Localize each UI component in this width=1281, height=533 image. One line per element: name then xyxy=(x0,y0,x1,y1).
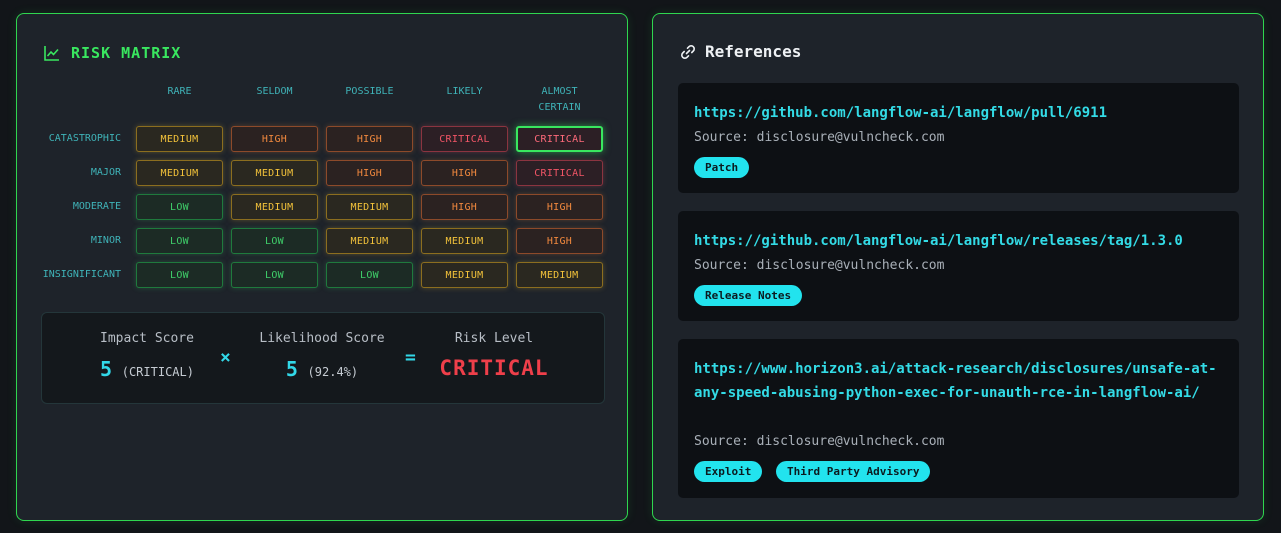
reference-card: https://www.horizon3.ai/attack-research/… xyxy=(678,339,1239,498)
reference-tags: Patch xyxy=(694,156,753,178)
tag-patch[interactable]: Patch xyxy=(694,157,750,178)
impact-header-insignificant: INSIGNIFICANT xyxy=(42,269,121,280)
likelihood-header-almost-certain: ALMOST CERTAIN xyxy=(538,86,581,113)
likelihood-score-value: 5 (92.4%) xyxy=(247,357,397,381)
reference-card: https://github.com/langflow-ai/langflow/… xyxy=(678,211,1239,321)
likelihood-score-number: 5 xyxy=(285,357,298,381)
matrix-cell[interactable]: HIGH xyxy=(326,160,413,186)
impact-score-label: Impact Score xyxy=(100,331,194,346)
matrix-cell[interactable]: CRITICAL xyxy=(516,160,603,186)
risk-matrix-panel: RISK MATRIX RARE SELDOM POSSIBLE LIKELY … xyxy=(16,13,628,521)
matrix-cell[interactable]: LOW xyxy=(136,262,223,288)
matrix-cell[interactable]: MEDIUM xyxy=(231,194,318,220)
references-title: References xyxy=(705,42,802,61)
reference-tags: Exploit Third Party Advisory xyxy=(694,460,934,482)
risk-level-label: Risk Level xyxy=(454,331,534,346)
reference-link[interactable]: https://github.com/langflow-ai/langflow/… xyxy=(694,229,1224,253)
impact-header-catastrophic: CATASTROPHIC xyxy=(48,133,121,144)
likelihood-score-detail: (92.4%) xyxy=(307,365,359,379)
impact-header-minor: MINOR xyxy=(90,235,121,246)
reference-source-email: disclosure@vulncheck.com xyxy=(756,130,945,145)
multiply-symbol: × xyxy=(220,347,231,368)
tag-third-party-advisory[interactable]: Third Party Advisory xyxy=(776,461,931,482)
risk-score-summary: Impact Score 5 (CRITICAL) × Likelihood S… xyxy=(41,312,605,404)
reference-card: https://github.com/langflow-ai/langflow/… xyxy=(678,83,1239,193)
likelihood-header-possible: POSSIBLE xyxy=(345,86,394,97)
reference-link[interactable]: https://github.com/langflow-ai/langflow/… xyxy=(694,101,1224,125)
impact-score-number: 5 xyxy=(100,357,113,381)
matrix-cell[interactable]: HIGH xyxy=(421,160,508,186)
impact-score-detail: (CRITICAL) xyxy=(121,365,194,379)
impact-header-moderate: MODERATE xyxy=(72,201,121,212)
matrix-cell[interactable]: HIGH xyxy=(516,228,603,254)
chart-line-icon xyxy=(44,46,59,61)
impact-header-major: MAJOR xyxy=(90,167,121,178)
matrix-cell[interactable]: MEDIUM xyxy=(136,126,223,152)
matrix-cell[interactable]: MEDIUM xyxy=(326,194,413,220)
reference-source: Source: disclosure@vulncheck.com xyxy=(694,258,944,273)
matrix-cell[interactable]: MEDIUM xyxy=(516,262,603,288)
matrix-cell[interactable]: LOW xyxy=(326,262,413,288)
references-header: References xyxy=(679,42,801,61)
reference-source-email: disclosure@vulncheck.com xyxy=(756,258,945,273)
matrix-cell[interactable]: CRITICAL xyxy=(421,126,508,152)
matrix-cell[interactable]: LOW xyxy=(136,194,223,220)
reference-source-email: disclosure@vulncheck.com xyxy=(756,434,945,449)
matrix-cell[interactable]: MEDIUM xyxy=(326,228,413,254)
likelihood-header-likely: LIKELY xyxy=(446,86,483,97)
matrix-cell[interactable]: HIGH xyxy=(516,194,603,220)
matrix-cell[interactable]: HIGH xyxy=(421,194,508,220)
impact-score-value: 5 (CRITICAL) xyxy=(82,357,212,381)
likelihood-header-seldom: SELDOM xyxy=(256,86,293,97)
references-panel: References https://github.com/langflow-a… xyxy=(652,13,1264,521)
matrix-cell[interactable]: MEDIUM xyxy=(421,228,508,254)
reference-source: Source: disclosure@vulncheck.com xyxy=(694,130,944,145)
reference-tags: Release Notes xyxy=(694,284,806,306)
matrix-cell[interactable]: HIGH xyxy=(326,126,413,152)
matrix-cell[interactable]: LOW xyxy=(231,262,318,288)
matrix-cell[interactable]: MEDIUM xyxy=(136,160,223,186)
matrix-cell[interactable]: LOW xyxy=(136,228,223,254)
reference-link[interactable]: https://www.horizon3.ai/attack-research/… xyxy=(694,357,1224,405)
reference-source-prefix: Source: xyxy=(694,130,749,145)
reference-source-prefix: Source: xyxy=(694,258,749,273)
matrix-cell[interactable]: HIGH xyxy=(231,126,318,152)
risk-matrix-header: RISK MATRIX xyxy=(43,44,181,62)
matrix-cell[interactable]: MEDIUM xyxy=(231,160,318,186)
reference-source-prefix: Source: xyxy=(694,434,749,449)
risk-matrix-title: RISK MATRIX xyxy=(71,44,182,62)
tag-exploit[interactable]: Exploit xyxy=(694,461,763,482)
equals-symbol: = xyxy=(405,347,416,368)
matrix-cell[interactable]: CRITICAL xyxy=(516,126,603,152)
reference-source: Source: disclosure@vulncheck.com xyxy=(694,434,944,449)
link-icon xyxy=(681,44,695,59)
risk-level-value-wrap: CRITICAL xyxy=(434,356,554,380)
matrix-cell[interactable]: LOW xyxy=(231,228,318,254)
likelihood-score-label: Likelihood Score xyxy=(259,331,385,346)
tag-release-notes[interactable]: Release Notes xyxy=(694,285,803,306)
likelihood-header-rare: RARE xyxy=(167,86,192,97)
risk-level-value: CRITICAL xyxy=(439,356,549,380)
matrix-cell[interactable]: MEDIUM xyxy=(421,262,508,288)
